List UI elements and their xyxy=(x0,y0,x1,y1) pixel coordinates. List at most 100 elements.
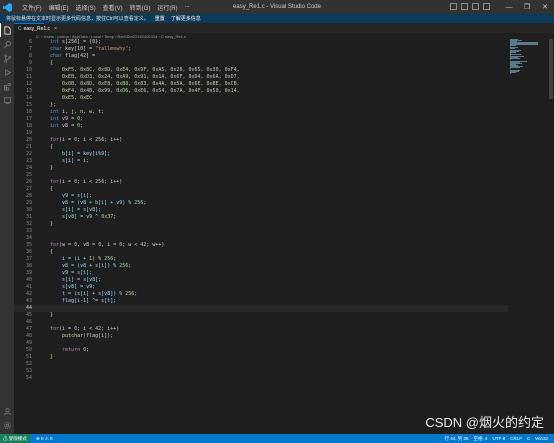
code-token: 0xEB, 0xD3, 0x24, 0xA9, 0x91, 0x1A, 0x6F… xyxy=(50,74,240,80)
code-line[interactable]: 49 xyxy=(14,340,508,347)
code-line[interactable]: 25 xyxy=(14,172,508,179)
remote-explorer-icon[interactable] xyxy=(0,93,14,107)
line-number: 26 xyxy=(25,179,32,185)
line-number: 46 xyxy=(25,319,32,325)
code-token: for xyxy=(50,137,60,143)
code-line[interactable]: 23 s[i] = i; xyxy=(14,158,508,165)
code-line[interactable]: 14 0xE5, 0xEC xyxy=(14,95,508,102)
code-line[interactable]: 54 xyxy=(14,375,508,382)
code-token: ; w < xyxy=(122,242,141,248)
editor-scrollbar[interactable] xyxy=(548,39,554,434)
code-line[interactable]: 19 xyxy=(14,130,508,137)
code-line[interactable]: 42 t = (s[i] + s[v8]) % 256; xyxy=(14,291,508,298)
code-line[interactable]: 53 xyxy=(14,368,508,375)
code-line[interactable]: 34 xyxy=(14,235,508,242)
code-text: } xyxy=(50,165,53,172)
tab-close-icon[interactable]: × xyxy=(54,26,57,32)
code-line[interactable]: 15}; xyxy=(14,102,508,109)
code-line[interactable]: 9{ xyxy=(14,60,508,67)
code-line[interactable]: 52 xyxy=(14,361,508,368)
code-line[interactable]: 47 for(i = 0; i < 42; i++) xyxy=(14,326,508,333)
code-line[interactable]: 21 { xyxy=(14,144,508,151)
minimap[interactable] xyxy=(508,39,548,79)
code-line[interactable]: 40 s[i] = s[v8]; xyxy=(14,277,508,284)
menu-file[interactable]: 文件(F) xyxy=(22,3,42,12)
code-line[interactable]: 44 xyxy=(14,305,508,312)
tab-easy-re1[interactable]: C easy_Re1.c × xyxy=(14,23,57,33)
code-line[interactable]: 24} xyxy=(14,165,508,172)
code-line[interactable]: 35 for(w = 0, v8 = 0, i = 0; w < 42; w++) xyxy=(14,242,508,249)
settings-gear-icon[interactable] xyxy=(0,418,14,432)
toggle-sidebar-icon[interactable] xyxy=(450,3,457,10)
code-line[interactable]: 28 v9 = s[i]; xyxy=(14,193,508,200)
code-line[interactable]: 36 { xyxy=(14,249,508,256)
code-token: int xyxy=(50,123,60,129)
banner-learn-more-link[interactable]: 了解更多信息 xyxy=(171,15,201,22)
platform[interactable]: Win32 xyxy=(535,436,548,442)
code-line[interactable]: 6 int s[256] = {0}; xyxy=(14,39,508,46)
menu-selection[interactable]: 选择(S) xyxy=(76,3,96,12)
run-debug-icon[interactable] xyxy=(0,65,14,79)
code-line[interactable]: 43 flag[i-1] ^= s[t]; xyxy=(14,298,508,305)
code-line[interactable]: 41 s[v8] = v9; xyxy=(14,284,508,291)
menu-more[interactable]: ... xyxy=(185,3,190,12)
code-line[interactable]: 18 int v8 = 0; xyxy=(14,123,508,130)
search-icon[interactable] xyxy=(0,37,14,51)
indentation[interactable]: 空格: 4 xyxy=(473,436,487,442)
line-number: 33 xyxy=(25,228,32,234)
code-editor[interactable]: 6 int s[256] = {0}; 7 char key[10] = "tallm… xyxy=(14,39,508,434)
explorer-icon[interactable] xyxy=(0,23,14,37)
code-line[interactable]: 20 for(i = 0; i < 256; i++) xyxy=(14,137,508,144)
code-line[interactable]: 16 int i, j, n, w, t; xyxy=(14,109,508,116)
customize-layout-icon[interactable] xyxy=(483,3,490,10)
code-line[interactable]: 46 xyxy=(14,319,508,326)
toggle-secondary-sidebar-icon[interactable] xyxy=(472,3,479,10)
status-bar: ⚠ 受限模式 ⊗ 0 ⚠ 0 行 44, 列 26 空格: 4 UTF-8 CR… xyxy=(0,434,554,443)
menu-run[interactable]: 运行(R) xyxy=(157,3,177,12)
code-text: { xyxy=(50,144,53,151)
menu-view[interactable]: 查看(V) xyxy=(103,3,123,12)
code-token: char xyxy=(50,46,63,52)
code-line[interactable]: 45} xyxy=(14,312,508,319)
banner-manage-link[interactable]: 重置 xyxy=(155,15,165,22)
code-line[interactable]: 12 0x0B, 0x8D, 0xE8, 0xB8, 0x83, 0x4A, 0… xyxy=(14,81,508,88)
close-button[interactable]: ✕ xyxy=(536,0,554,14)
code-text: s[i] = i; xyxy=(50,158,89,165)
code-line[interactable]: 11 0xEB, 0xD3, 0x24, 0xA9, 0x91, 0x1A, 0… xyxy=(14,74,508,81)
code-line[interactable]: 37 i = (i + 1) % 256; xyxy=(14,256,508,263)
code-line[interactable]: 30 s[i] = s[v8]; xyxy=(14,207,508,214)
menu-go[interactable]: 转到(G) xyxy=(130,3,151,12)
restricted-mode-indicator[interactable]: ⚠ 受限模式 xyxy=(0,434,30,443)
code-line[interactable]: 17 int v9 = 0; xyxy=(14,116,508,123)
code-line[interactable]: 48 putchar(flag[i]); xyxy=(14,333,508,340)
problems-indicator[interactable]: ⊗ 0 ⚠ 0 xyxy=(36,436,53,442)
code-line[interactable]: 13 0xF4, 0x4B, 0x99, 0xD6, 0xE6, 0x54, 0… xyxy=(14,88,508,95)
toggle-panel-icon[interactable] xyxy=(461,3,468,10)
extensions-icon[interactable] xyxy=(0,79,14,93)
account-icon[interactable] xyxy=(0,404,14,418)
maximize-button[interactable]: ❐ xyxy=(518,0,536,14)
code-line[interactable]: 33 xyxy=(14,228,508,235)
line-ending[interactable]: CRLF xyxy=(510,436,522,442)
code-line[interactable]: 50 return 0; xyxy=(14,347,508,354)
code-line[interactable]: 8 char flag[42] = xyxy=(14,53,508,60)
language-mode[interactable]: C xyxy=(527,436,530,442)
menu-edit[interactable]: 编辑(E) xyxy=(49,3,69,12)
code-line[interactable]: 31 s[v8] = v9 ^ 0x37; xyxy=(14,214,508,221)
code-line[interactable]: 39 v9 = s[i]; xyxy=(14,270,508,277)
source-control-icon[interactable] xyxy=(0,51,14,65)
code-line[interactable]: 10 0xF5, 0x8C, 0x8D, 0xE4, 0x9F, 0xA5, 0… xyxy=(14,67,508,74)
cursor-position[interactable]: 行 44, 列 26 xyxy=(444,436,468,442)
code-line[interactable]: 22 b[i] = key[i%9]; xyxy=(14,151,508,158)
code-line[interactable]: 29 v8 = (v8 + b[i] + v9) % 256; xyxy=(14,200,508,207)
encoding[interactable]: UTF-8 xyxy=(492,436,505,442)
code-line[interactable]: 27 { xyxy=(14,186,508,193)
code-line[interactable]: 26 for(i = 0; i < 256; i++) xyxy=(14,179,508,186)
code-line[interactable]: 32} xyxy=(14,221,508,228)
code-line[interactable]: 7 char key[10] = "tallmewhy"; xyxy=(14,46,508,53)
code-line[interactable]: 51} xyxy=(14,354,508,361)
code-text: 0xF5, 0x8C, 0x8D, 0xE4, 0x9F, 0xA5, 0x28… xyxy=(50,67,240,74)
code-line[interactable]: 38 v8 = (v8 + s[i]) % 256; xyxy=(14,263,508,270)
scrollbar-thumb[interactable] xyxy=(549,39,553,99)
minimize-button[interactable]: — xyxy=(500,0,518,14)
